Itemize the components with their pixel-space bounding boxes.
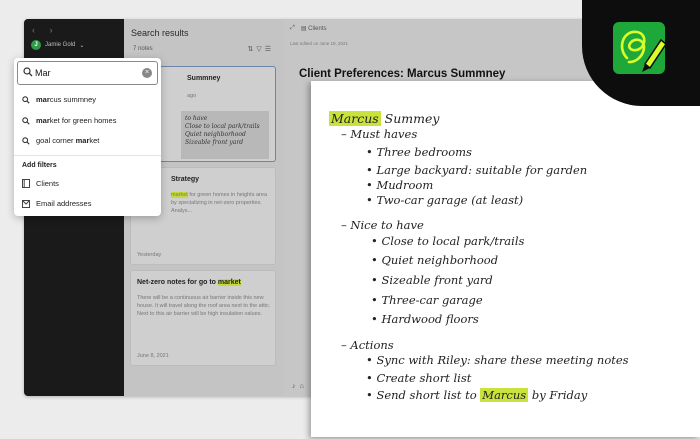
last-edited: Last edited on June 19, 2021 (290, 41, 349, 46)
search-suggestion[interactable]: goal corner market (22, 136, 99, 145)
section-actions: – Actions (341, 338, 394, 352)
note-line: • Send short list to Marcus by Friday (366, 388, 588, 402)
tag-icon[interactable]: ⌂ (300, 383, 308, 390)
notebook-icon (22, 179, 30, 188)
filter-option-email[interactable]: Email addresses (22, 199, 91, 208)
search-suggestion[interactable]: market for green homes (22, 116, 116, 125)
list-tools: ⇅▽☰ (247, 45, 274, 53)
view-options-icon[interactable]: ☰ (265, 46, 274, 53)
avatar: J (31, 40, 41, 50)
expand-icon[interactable]: ⤢ (290, 25, 295, 32)
sort-icon[interactable]: ⇅ (247, 46, 256, 53)
note-line: • Quiet neighborhood (371, 253, 499, 267)
note-title[interactable]: Client Preferences: Marcus Summney (299, 68, 505, 80)
note-line: • Create short list (366, 371, 472, 385)
search-icon (23, 67, 33, 77)
note-card-snippet: market for green homes in heights area b… (171, 192, 267, 214)
note-card-snippet: There will be a continuous air barrier i… (137, 295, 271, 317)
handwritten-note: Marcus Summey – Must haves • Three bedro… (311, 81, 700, 437)
account-switcher[interactable]: J Jamie Gold ⌄ (31, 40, 84, 50)
email-icon (22, 200, 30, 208)
note-card-date: June 8, 2021 (137, 353, 169, 359)
editor-toolbar: ⤢ ▤ Clients (290, 25, 327, 32)
note-card-title: Strategy (171, 176, 200, 183)
search-field[interactable]: × (17, 61, 158, 85)
add-filters-heading: Add filters (22, 162, 57, 169)
note-card-thumbnail: to have Close to local park/trails Quiet… (181, 111, 269, 159)
bell-icon[interactable]: ♪ (292, 383, 300, 390)
search-input[interactable] (35, 65, 145, 81)
note-line: • Sizeable front yard (371, 273, 493, 287)
note-heading: Marcus Summey (329, 111, 440, 126)
note-card-date: Yesterday (137, 252, 162, 258)
notebook-breadcrumb[interactable]: ▤ Clients (301, 25, 327, 32)
filter-icon[interactable]: ▽ (256, 46, 264, 53)
editor-footer: ♪⌂ (292, 383, 308, 390)
section-nice-to-have: – Nice to have (341, 218, 424, 232)
note-card[interactable]: Net-zero notes for go to market There wi… (130, 270, 276, 366)
search-icon (22, 116, 30, 125)
nav-arrows[interactable]: ‹ › (32, 25, 59, 35)
search-icon (22, 95, 30, 104)
note-count: 7 notes (133, 46, 153, 52)
note-line: • Sync with Riley: share these meeting n… (366, 353, 629, 367)
user-name: Jamie Gold (45, 42, 76, 48)
note-line: • Two-car garage (at least) (366, 193, 524, 207)
note-line: • Three-car garage (371, 293, 483, 307)
search-suggestion[interactable]: marcus summney (22, 95, 96, 104)
note-line: • Hardwood floors (371, 312, 479, 326)
note-card-title: Net-zero notes for go to market (137, 279, 241, 286)
search-icon (22, 136, 30, 145)
section-must-haves: – Must haves (341, 127, 418, 141)
note-line: • Close to local park/trails (371, 234, 525, 248)
note-card-title: Summney (187, 75, 221, 82)
handwriting-logo-icon (611, 20, 668, 76)
chevron-down-icon: ⌄ (79, 42, 85, 49)
search-popup: × marcus summney market for green homes … (14, 58, 161, 216)
clear-search-icon[interactable]: × (142, 68, 152, 78)
popup-divider (14, 155, 161, 156)
note-card-date: ago (187, 93, 197, 99)
note-line: • Mudroom (366, 178, 434, 192)
note-line: • Three bedrooms (366, 145, 472, 159)
note-line: • Large backyard: suitable for garden (366, 163, 588, 177)
list-title: Search results (131, 28, 189, 38)
filter-option-clients[interactable]: Clients (22, 179, 59, 188)
